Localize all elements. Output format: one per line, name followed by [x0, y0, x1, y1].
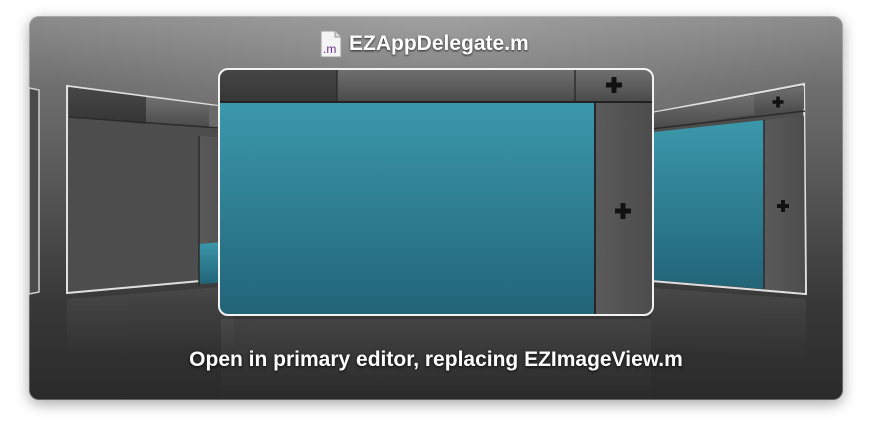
- title-bar: .m EZAppDelegate.m: [29, 30, 843, 60]
- file-name: EZAppDelegate.m: [349, 32, 529, 55]
- primary-editor-layout[interactable]: [218, 68, 654, 316]
- layout-carousel: [29, 68, 808, 400]
- side-by-side-editor-layout[interactable]: [66, 84, 235, 295]
- open-quickly-destination-chooser: .m EZAppDelegate.m Open in primary edito…: [29, 16, 843, 400]
- status-message: Open in primary editor, replacing EZImag…: [189, 348, 683, 371]
- file-icon-label: .m: [323, 42, 336, 56]
- active-editor-tab[interactable]: [219, 69, 337, 102]
- editor-area[interactable]: [219, 103, 595, 315]
- objc-m-file-icon: .m: [320, 30, 342, 58]
- far-left-layout-preview[interactable]: [29, 87, 40, 295]
- tab-bar: [337, 69, 575, 102]
- assistant-editor-layout[interactable]: [650, 82, 808, 296]
